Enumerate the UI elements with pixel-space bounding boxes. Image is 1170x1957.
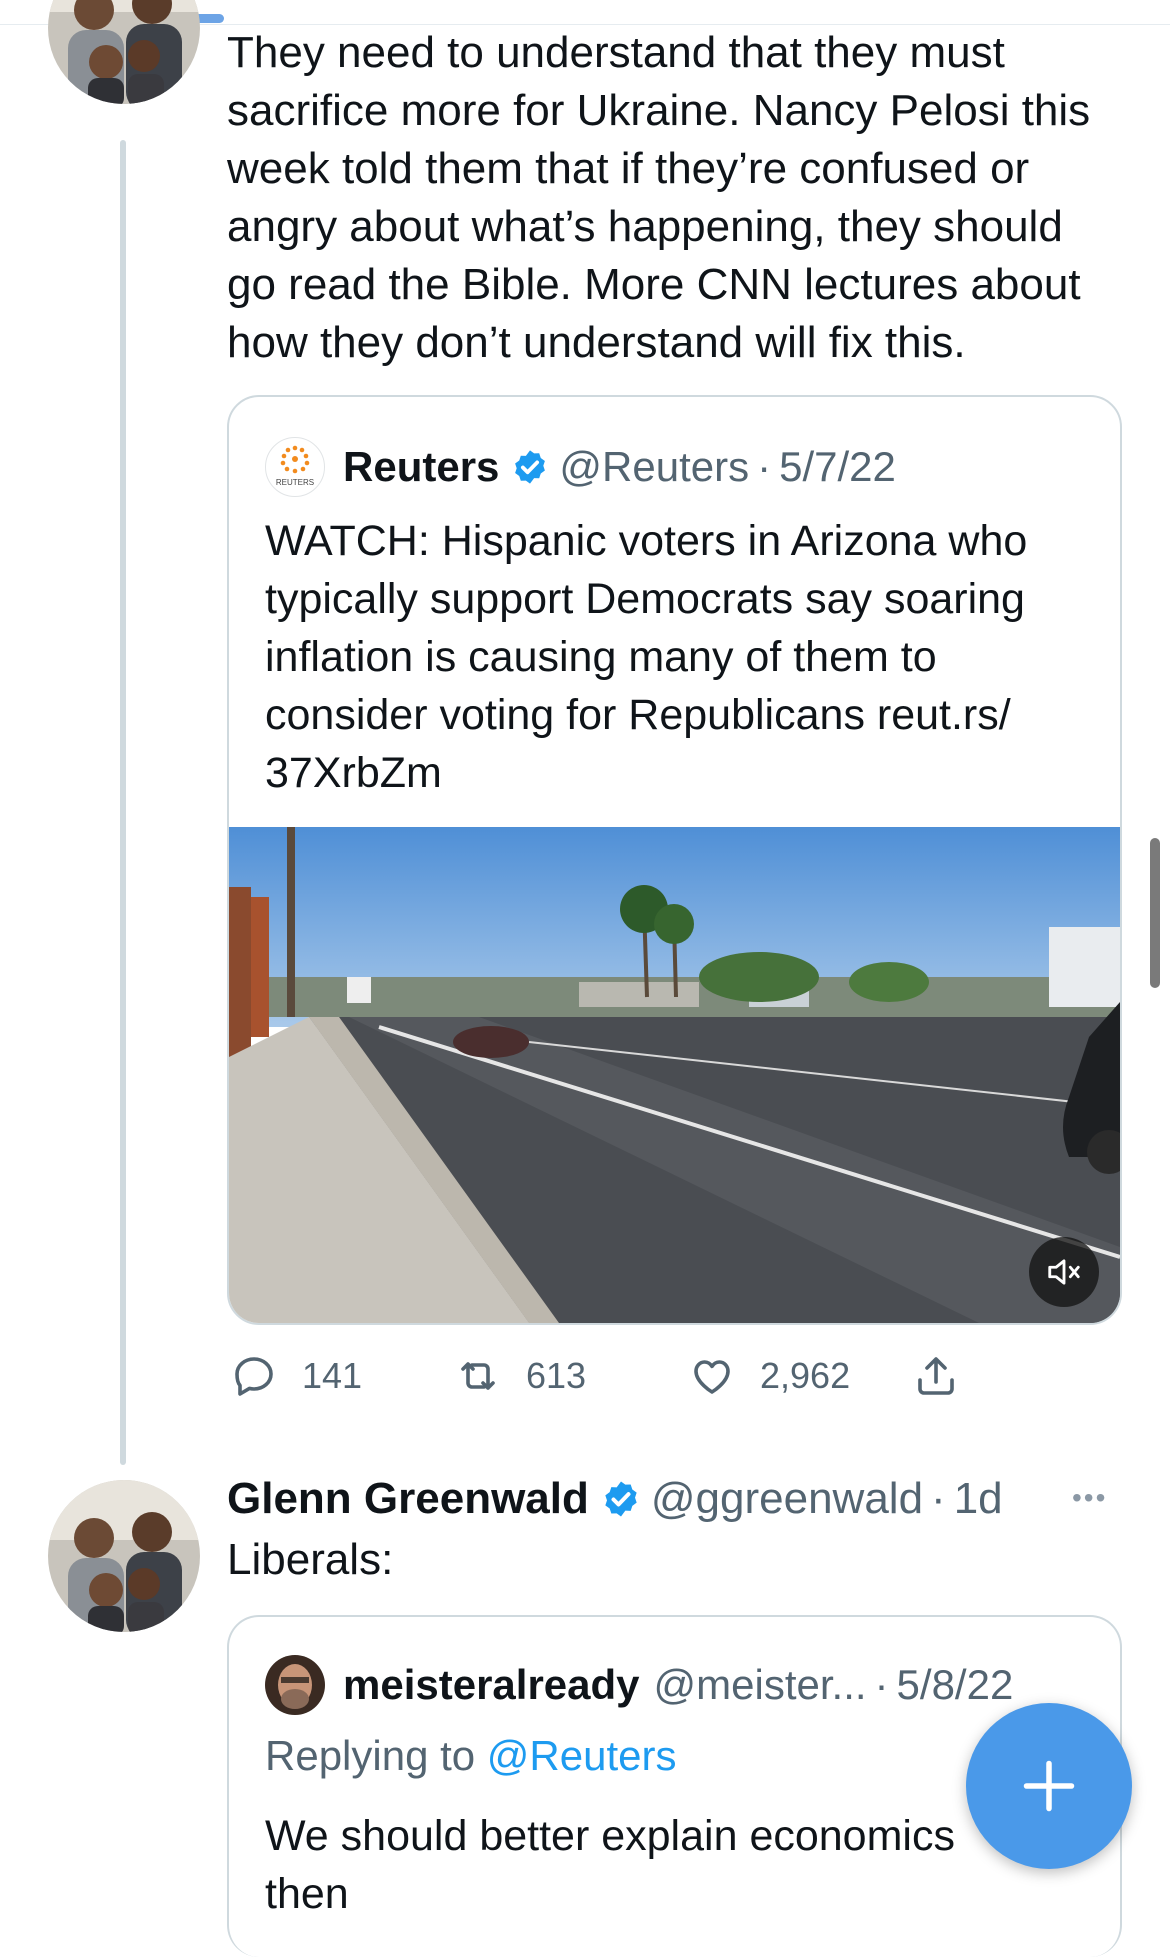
separator-dot: ·: [757, 443, 772, 490]
like-button[interactable]: 2,962: [688, 1352, 850, 1400]
compose-plus-icon: [1023, 1760, 1075, 1812]
author-name[interactable]: Glenn Greenwald: [227, 1474, 589, 1524]
quoted-author-name[interactable]: meisteralready: [343, 1661, 640, 1709]
share-button[interactable]: [912, 1352, 984, 1400]
retweet-icon: [461, 1362, 495, 1390]
reply-button[interactable]: 141: [230, 1352, 362, 1400]
author-handle[interactable]: @ggreenwald: [651, 1474, 923, 1524]
like-count: 2,962: [760, 1355, 851, 1396]
verified-badge-icon: [515, 450, 546, 484]
avatar[interactable]: [48, 0, 200, 104]
quoted-tweet-date[interactable]: 5/7/22: [779, 443, 896, 491]
quoted-tweet-text: WATCH: Hispanic voters in Arizona who ty…: [265, 517, 1028, 797]
mute-button[interactable]: [1029, 1237, 1099, 1307]
share-icon: [918, 1357, 954, 1395]
tweet-header: Glenn Greenwald @ggreenwald · 1d: [227, 1474, 1003, 1524]
reply-count: 141: [302, 1355, 363, 1396]
tweet-text: Liberals:: [227, 1535, 394, 1584]
replying-to-label: Replying to: [265, 1732, 487, 1779]
scrollbar[interactable]: [1150, 838, 1160, 988]
retweet-button[interactable]: 613: [454, 1352, 586, 1400]
separator-dot: ·: [931, 1474, 946, 1523]
quoted-author-handle[interactable]: @Reuters: [559, 443, 749, 491]
retweet-count: 613: [526, 1355, 587, 1396]
reply-icon: [235, 1357, 273, 1396]
verified-badge-icon: [605, 1481, 637, 1517]
thread-line: [120, 140, 126, 1465]
quoted-tweet-header: meisteralready @meister... · 5/8/22: [265, 1655, 1013, 1715]
video-player[interactable]: [229, 827, 1120, 1323]
separator-dot: ·: [874, 1661, 889, 1708]
like-icon: [694, 1360, 730, 1394]
replying-to: Replying to @Reuters: [265, 1732, 677, 1780]
tweet-text: They need to understand that they must s…: [227, 28, 1091, 367]
avatar[interactable]: REUTERS: [265, 437, 325, 497]
quoted-tweet-header: REUTERS Reuters @Reuters · 5/7/22: [265, 437, 896, 497]
mute-icon: [1048, 1259, 1080, 1285]
replying-to-handle[interactable]: @Reuters: [487, 1732, 677, 1779]
quoted-tweet[interactable]: REUTERS Reuters @Reuters · 5/7/22 WATCH:…: [227, 395, 1122, 1325]
more-button[interactable]: •••: [1072, 1482, 1107, 1514]
reuters-logo-icon: [280, 445, 310, 474]
quoted-author-name[interactable]: Reuters: [343, 443, 499, 491]
compose-button[interactable]: [966, 1703, 1132, 1869]
tweet-time[interactable]: 1d: [954, 1474, 1003, 1524]
quoted-tweet-date[interactable]: 5/8/22: [897, 1661, 1014, 1709]
avatar[interactable]: [48, 1480, 200, 1632]
video-thumbnail: [229, 827, 1120, 1323]
quoted-author-handle[interactable]: @meister...: [654, 1661, 867, 1709]
avatar[interactable]: [265, 1655, 325, 1715]
reuters-logo-label: REUTERS: [275, 478, 315, 487]
